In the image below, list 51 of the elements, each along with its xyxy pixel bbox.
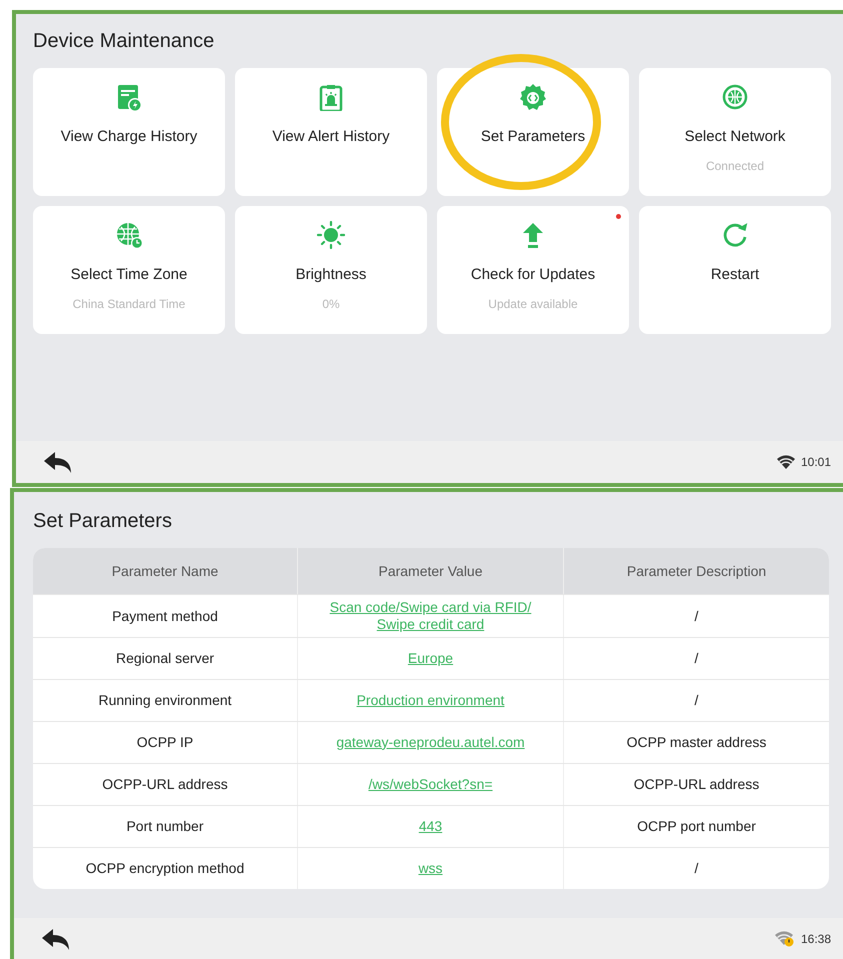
wifi-icon: [776, 455, 795, 469]
clipboard-siren-icon: [317, 83, 345, 111]
table-cell-text: /: [694, 859, 700, 878]
table-cell-text: /: [694, 691, 700, 710]
card-status: China Standard Time: [72, 297, 186, 311]
table-cell-text: /: [694, 649, 700, 668]
globe-icon: [721, 83, 749, 111]
card-label: View Charge History: [60, 128, 198, 145]
card-status: Update available: [488, 297, 578, 311]
table-cell: Running environment: [33, 680, 298, 721]
table-cell: Port number: [33, 806, 298, 847]
screen-title: Device Maintenance: [33, 30, 216, 53]
card-label: Restart: [710, 266, 760, 283]
column-header: Parameter Value: [298, 548, 564, 594]
table-cell: OCPP-URL address: [33, 764, 298, 805]
table-cell: OCPP encryption method: [33, 848, 298, 889]
table-cell: Regional server: [33, 638, 298, 679]
card-status: Connected: [706, 159, 764, 173]
column-header: Parameter Name: [33, 548, 298, 594]
document-bolt-icon: [115, 83, 143, 111]
table-cell: OCPP IP: [33, 722, 298, 763]
back-arrow-icon: [40, 927, 72, 951]
card-label: Set Parameters: [480, 128, 586, 145]
column-header: Parameter Description: [626, 562, 768, 581]
sun-icon: [317, 221, 345, 249]
clock-time: 16:38: [800, 932, 831, 946]
screen-title: Set Parameters: [33, 510, 173, 533]
card-label: Select Time Zone: [70, 266, 188, 283]
card-label: Brightness: [296, 266, 366, 283]
globe-clock-icon: [115, 221, 143, 249]
wifi-warning-icon: [774, 931, 795, 947]
card-status: 0%: [322, 297, 340, 311]
table-cell-text: OCPP master address: [626, 733, 768, 752]
table-cell-text: /: [694, 606, 700, 626]
restart-icon: [721, 221, 749, 249]
menu-card[interactable]: Check for Updates Update available: [437, 206, 629, 334]
gear-icon: [519, 83, 547, 111]
menu-card[interactable]: View Charge History: [33, 68, 225, 196]
menu-card[interactable]: Select Network Connected: [639, 68, 831, 196]
card-label: Check for Updates: [470, 266, 596, 283]
menu-card[interactable]: View Alert History: [235, 68, 427, 196]
clock-time: 10:01: [800, 455, 831, 469]
table-cell-text: OCPP-URL address: [632, 775, 760, 794]
table-cell: Payment method: [33, 595, 298, 637]
card-label: Select Network: [684, 128, 786, 145]
menu-card[interactable]: Brightness 0%: [235, 206, 427, 334]
menu-card[interactable]: Restart: [639, 206, 831, 334]
menu-card[interactable]: Select Time Zone China Standard Time: [33, 206, 225, 334]
table-cell-text: OCPP port number: [636, 817, 757, 836]
card-label: View Alert History: [272, 128, 390, 145]
back-arrow-icon: [42, 450, 74, 474]
